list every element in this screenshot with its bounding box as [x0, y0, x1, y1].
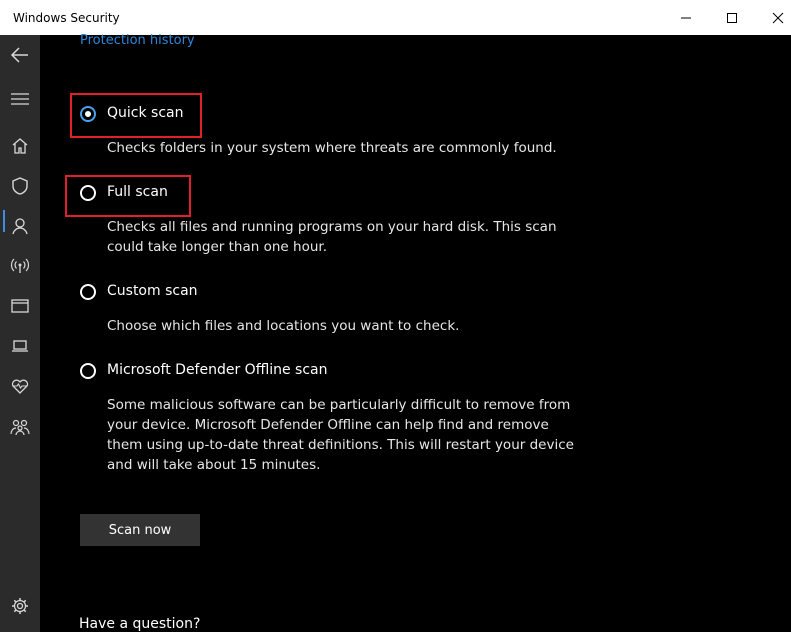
browser-window-icon [11, 299, 29, 313]
sidebar-item-app-browser[interactable] [8, 294, 32, 318]
offline-scan-description: Some malicious software can be particula… [107, 397, 574, 473]
quick-scan-label: Quick scan [107, 105, 184, 121]
person-icon [12, 218, 28, 235]
menu-button[interactable] [8, 87, 32, 111]
back-button[interactable] [8, 43, 32, 67]
sidebar [0, 35, 40, 632]
hamburger-menu-icon [11, 93, 29, 105]
scan-now-button[interactable]: Scan now [80, 514, 200, 546]
shield-icon [12, 177, 28, 195]
full-scan-radio[interactable] [80, 185, 96, 201]
offline-scan-radio[interactable] [80, 363, 96, 379]
maximize-icon [727, 13, 737, 23]
quick-scan-description: Checks folders in your system where thre… [107, 140, 557, 156]
quick-scan-radio[interactable] [80, 106, 96, 122]
close-button[interactable] [755, 0, 791, 35]
close-icon [772, 12, 784, 24]
protection-history-link[interactable]: Protection history [80, 33, 195, 49]
heart-pulse-icon [11, 379, 29, 394]
full-scan-label: Full scan [107, 184, 168, 200]
have-a-question-heading: Have a question? [79, 616, 201, 632]
active-item-marker [3, 210, 5, 232]
maximize-button[interactable] [709, 0, 755, 35]
sidebar-item-home[interactable] [8, 134, 32, 158]
custom-scan-label: Custom scan [107, 283, 198, 299]
sidebar-item-family-options[interactable] [8, 415, 32, 439]
full-scan-description: Checks all files and running programs on… [107, 219, 557, 255]
sidebar-item-device-health[interactable] [8, 374, 32, 398]
sidebar-item-virus-protection[interactable] [8, 174, 32, 198]
family-icon [10, 419, 30, 436]
custom-scan-radio[interactable] [80, 284, 96, 300]
gear-icon [12, 598, 28, 614]
offline-scan-label: Microsoft Defender Offline scan [107, 362, 328, 378]
minimize-icon [681, 17, 691, 19]
wireless-icon [10, 258, 30, 273]
minimize-button[interactable] [663, 0, 709, 35]
main-content: Protection history Quick scan Checks fol… [40, 33, 791, 632]
window-title: Windows Security [13, 11, 120, 25]
title-bar: Windows Security [0, 0, 791, 35]
laptop-icon [12, 340, 28, 352]
windows-security-window: Windows Security Protection history Quic… [0, 0, 791, 632]
home-icon [12, 138, 28, 154]
sidebar-item-settings[interactable] [8, 594, 32, 618]
sidebar-item-firewall[interactable] [8, 254, 32, 278]
custom-scan-description: Choose which files and locations you wan… [107, 318, 460, 334]
sidebar-item-device-security[interactable] [8, 334, 32, 358]
back-arrow-icon [10, 47, 28, 63]
sidebar-item-account[interactable] [8, 214, 32, 238]
